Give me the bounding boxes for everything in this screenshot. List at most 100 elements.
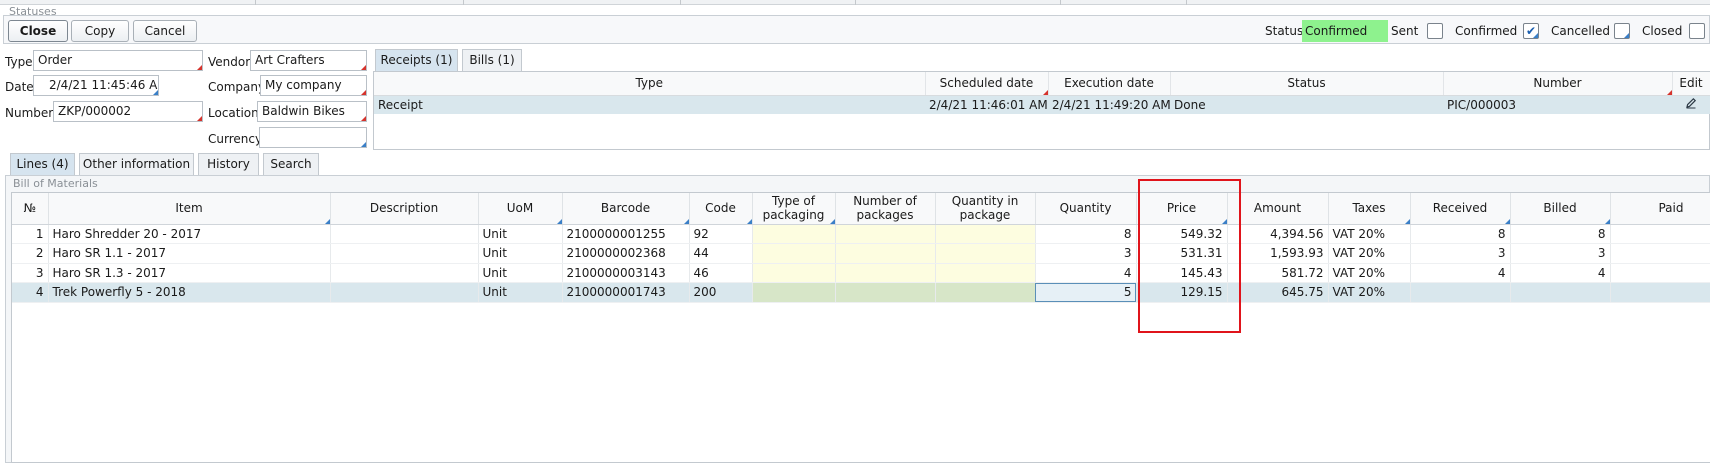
item-name[interactable]: Haro Shredder 20 - 2017 [48, 224, 331, 244]
item-name[interactable]: Haro SR 1.1 - 2017 [48, 243, 331, 264]
item-code[interactable]: 200 [689, 282, 753, 303]
item-name[interactable]: Haro SR 1.3 - 2017 [48, 263, 331, 283]
amount[interactable]: 581.72 [1227, 263, 1329, 283]
item-description[interactable] [330, 282, 479, 303]
row-number[interactable]: 1 [12, 224, 49, 244]
package-count[interactable] [835, 282, 936, 303]
sent-checkbox[interactable] [1427, 23, 1443, 39]
col-amount[interactable]: Amount [1227, 193, 1329, 225]
paid[interactable] [1610, 263, 1710, 283]
price[interactable]: 129.15 [1136, 282, 1228, 303]
col-no[interactable]: № [12, 193, 49, 225]
quantity[interactable]: 4 [1035, 263, 1137, 283]
company-field[interactable]: My company [260, 75, 367, 96]
tab-receipts[interactable]: Receipts (1) [375, 49, 458, 71]
item-name[interactable]: Trek Powerfly 5 - 2018 [48, 282, 331, 303]
item-uom[interactable]: Unit [478, 263, 563, 283]
type-field[interactable]: Order [33, 50, 203, 71]
cancelled-checkbox[interactable] [1614, 23, 1630, 39]
pencil-icon[interactable] [1672, 95, 1710, 114]
col-quantity[interactable]: Quantity [1035, 193, 1137, 225]
tab-lines[interactable]: Lines (4) [10, 153, 75, 175]
col-number-of-packages[interactable]: Number of packages [835, 193, 936, 225]
item-code[interactable]: 46 [689, 263, 753, 283]
row-number[interactable]: 2 [12, 243, 49, 264]
received[interactable] [1410, 282, 1511, 303]
packaging-type[interactable] [752, 263, 836, 283]
col-edit[interactable]: Edit [1672, 72, 1710, 96]
col-scheduled-date[interactable]: Scheduled date [925, 72, 1049, 96]
tab-other-information[interactable]: Other information [79, 153, 194, 175]
billed[interactable]: 8 [1510, 224, 1611, 244]
currency-field[interactable] [259, 127, 367, 148]
item-code[interactable]: 44 [689, 243, 753, 264]
item-code[interactable]: 92 [689, 224, 753, 244]
quantity[interactable]: 3 [1035, 243, 1137, 264]
table-row[interactable]: 3 Haro SR 1.3 - 2017 Unit 2100000003143 46 4 1… [12, 263, 1710, 283]
amount[interactable]: 4,394.56 [1227, 224, 1329, 244]
quantity[interactable]: 5 [1035, 282, 1137, 303]
taxes[interactable]: VAT 20% [1328, 243, 1411, 264]
amount[interactable]: 1,593.93 [1227, 243, 1329, 264]
col-price[interactable]: Price [1136, 193, 1228, 225]
paid[interactable] [1610, 224, 1710, 244]
col-billed[interactable]: Billed [1510, 193, 1611, 225]
billed[interactable] [1510, 282, 1611, 303]
package-count[interactable] [835, 243, 936, 264]
table-row[interactable]: 1 Haro Shredder 20 - 2017 Unit 210000000125… [12, 224, 1710, 244]
packaging-type[interactable] [752, 224, 836, 244]
tab-bills[interactable]: Bills (1) [462, 49, 522, 71]
location-field[interactable]: Baldwin Bikes [257, 101, 367, 122]
quantity-in-package[interactable] [935, 263, 1036, 283]
received[interactable]: 8 [1410, 224, 1511, 244]
number-field[interactable]: ZKP/000002 [53, 101, 203, 122]
col-taxes[interactable]: Taxes [1328, 193, 1411, 225]
item-barcode[interactable]: 2100000001255 [562, 224, 690, 244]
item-description[interactable] [330, 243, 479, 264]
billed[interactable]: 3 [1510, 243, 1611, 264]
item-barcode[interactable]: 2100000001743 [562, 282, 690, 303]
package-count[interactable] [835, 224, 936, 244]
package-count[interactable] [835, 263, 936, 283]
tab-search[interactable]: Search [263, 153, 319, 175]
item-barcode[interactable]: 2100000002368 [562, 243, 690, 264]
col-paid[interactable]: Paid [1610, 193, 1710, 225]
col-barcode[interactable]: Barcode [562, 193, 690, 225]
item-description[interactable] [330, 263, 479, 283]
price[interactable]: 549.32 [1136, 224, 1228, 244]
taxes[interactable]: VAT 20% [1328, 282, 1411, 303]
row-number[interactable]: 3 [12, 263, 49, 283]
paid[interactable] [1610, 243, 1710, 264]
item-description[interactable] [330, 224, 479, 244]
tab-history[interactable]: History [198, 153, 259, 175]
item-uom[interactable]: Unit [478, 243, 563, 264]
quantity-in-package[interactable] [935, 282, 1036, 303]
col-item[interactable]: Item [48, 193, 331, 225]
col-description[interactable]: Description [330, 193, 479, 225]
closed-checkbox[interactable] [1689, 23, 1705, 39]
vendor-field[interactable]: Art Crafters [250, 50, 367, 71]
row-number[interactable]: 4 [12, 282, 49, 303]
col-quantity-in-package[interactable]: Quantity in package [935, 193, 1036, 225]
price[interactable]: 531.31 [1136, 243, 1228, 264]
taxes[interactable]: VAT 20% [1328, 263, 1411, 283]
col-status[interactable]: Status [1170, 72, 1444, 96]
quantity[interactable]: 8 [1035, 224, 1137, 244]
col-received[interactable]: Received [1410, 193, 1511, 225]
billed[interactable]: 4 [1510, 263, 1611, 283]
cancel-button[interactable]: Cancel [133, 20, 197, 42]
packaging-type[interactable] [752, 243, 836, 264]
price[interactable]: 145.43 [1136, 263, 1228, 283]
table-row[interactable]: 2 Haro SR 1.1 - 2017 Unit 2100000002368 44 3 5… [12, 243, 1710, 264]
taxes[interactable]: VAT 20% [1328, 224, 1411, 244]
col-number[interactable]: Number [1443, 72, 1673, 96]
packaging-type[interactable] [752, 282, 836, 303]
col-type-of-packaging[interactable]: Type of packaging [752, 193, 836, 225]
confirmed-checkbox[interactable]: ✔ [1523, 23, 1539, 39]
item-uom[interactable]: Unit [478, 224, 563, 244]
close-button[interactable]: Close [8, 20, 68, 42]
quantity-in-package[interactable] [935, 224, 1036, 244]
table-row[interactable]: 4 Trek Powerfly 5 - 2018 Unit 2100000001743… [12, 282, 1710, 303]
col-code[interactable]: Code [689, 193, 753, 225]
item-uom[interactable]: Unit [478, 282, 563, 303]
